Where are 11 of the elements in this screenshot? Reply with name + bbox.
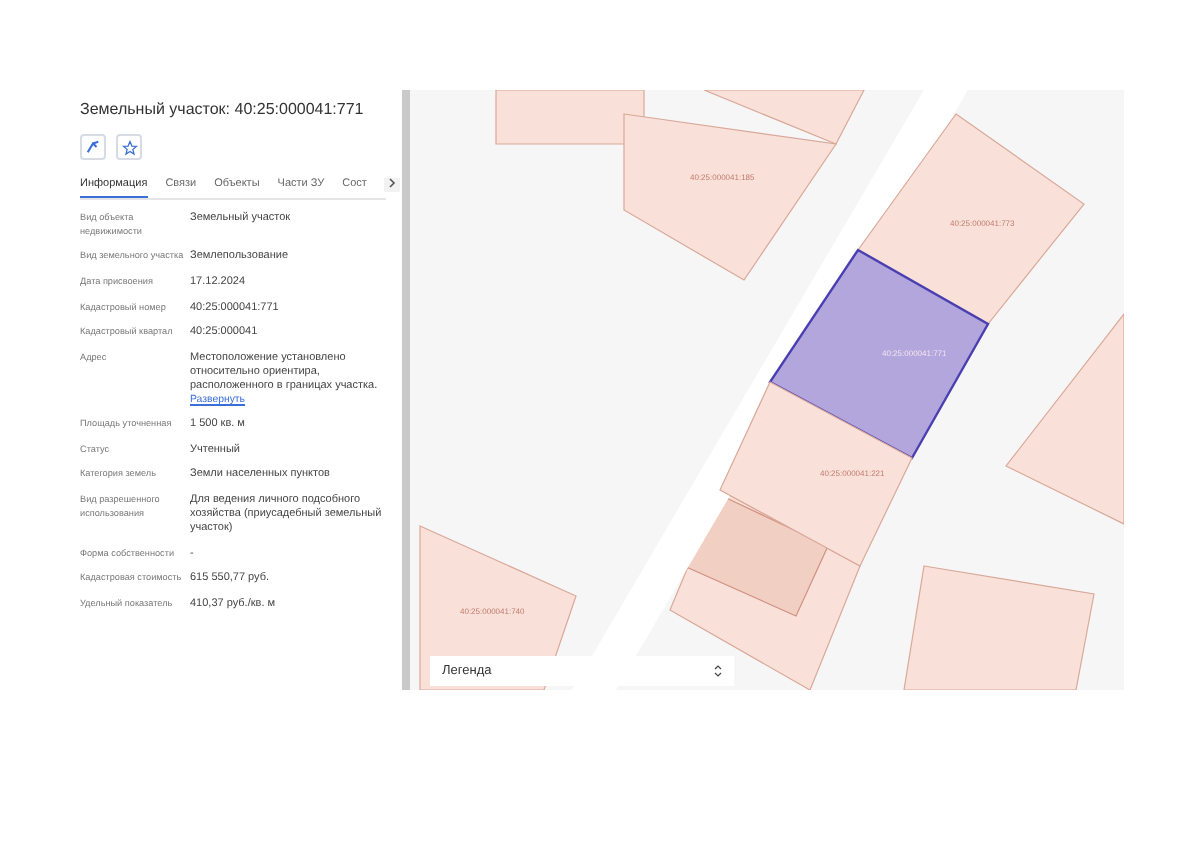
updown-icon [714, 664, 722, 678]
locate-button[interactable] [80, 134, 106, 160]
land-parcel[interactable] [719, 381, 913, 567]
star-icon [121, 139, 137, 155]
panel-title: Земельный участок: 40:25:000041:771 [80, 100, 366, 118]
favorite-button[interactable] [116, 134, 142, 160]
land-parcel[interactable] [768, 248, 990, 460]
land-parcel[interactable] [857, 113, 1085, 325]
chevron-right-icon [388, 178, 397, 188]
scrollbar[interactable] [402, 90, 410, 690]
tabs-scroll-button[interactable] [384, 178, 401, 192]
